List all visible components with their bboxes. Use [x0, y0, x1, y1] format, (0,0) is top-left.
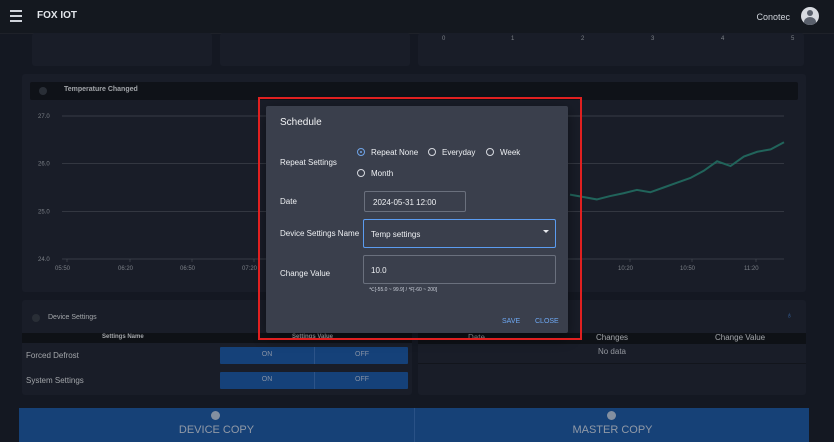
menu-icon[interactable] — [10, 10, 22, 22]
highlight-box — [258, 97, 582, 340]
app-title: FOX IOT — [37, 10, 77, 21]
user-name[interactable]: Conotec — [756, 12, 790, 22]
avatar-icon[interactable] — [801, 7, 819, 25]
top-app-bar: FOX IOT Conotec — [0, 0, 834, 34]
